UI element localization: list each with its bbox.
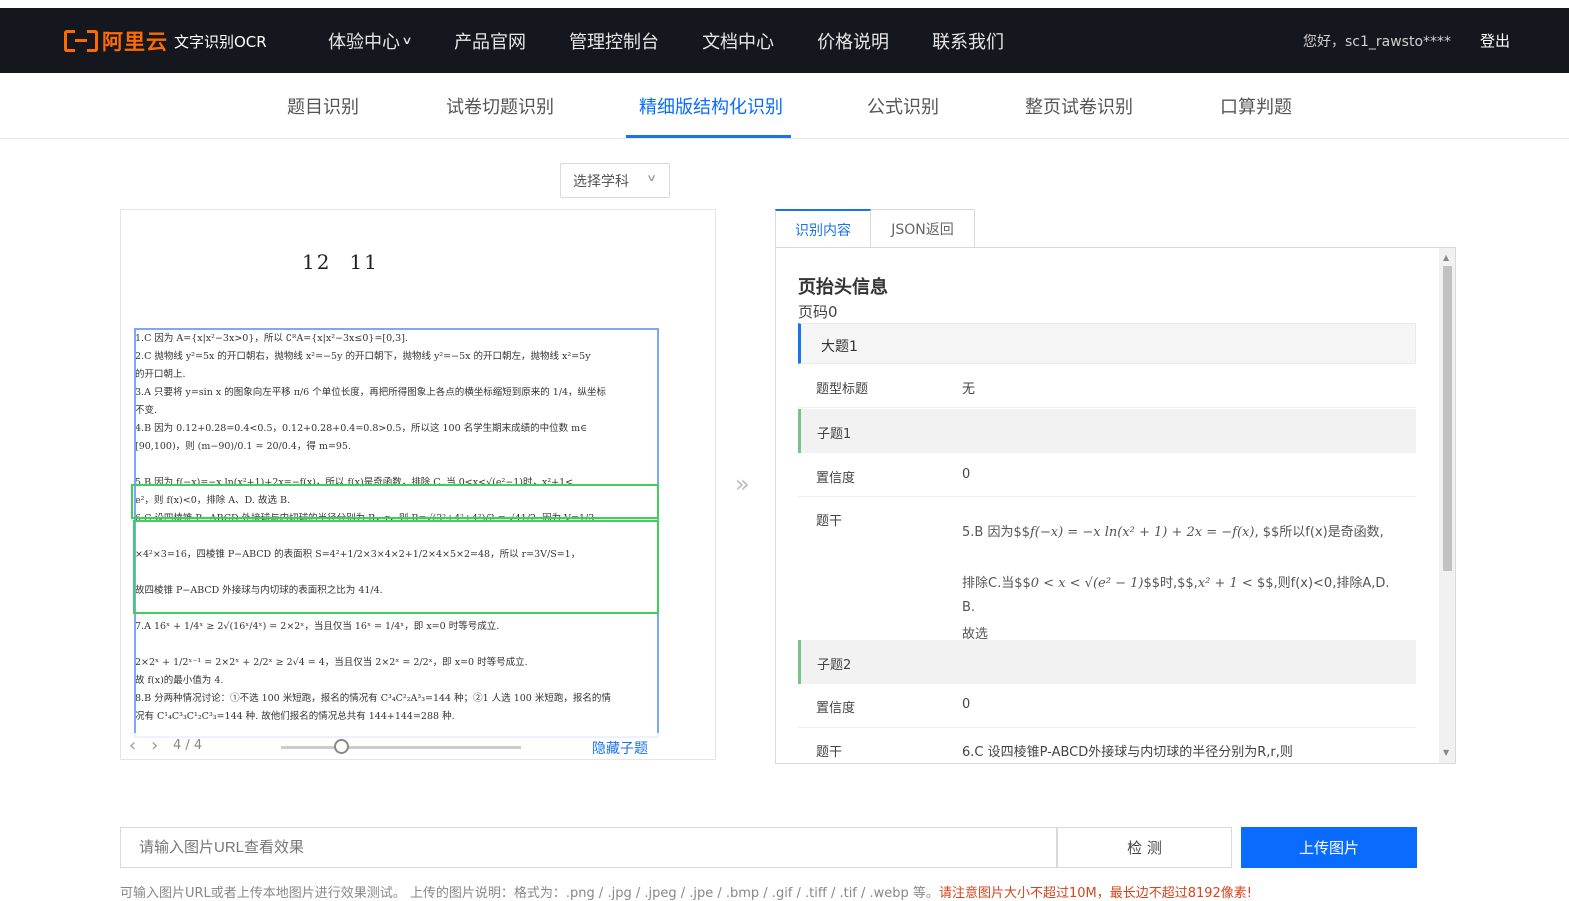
chevron-down-icon: ∨: [645, 173, 657, 184]
tab-structured-fine[interactable]: 精细版结构化识别: [639, 93, 783, 119]
chevron-down-icon: ∨: [401, 34, 413, 47]
scrollbar-thumb[interactable]: [1443, 266, 1452, 571]
product-name: 文字识别OCR: [174, 32, 267, 51]
upload-image-button[interactable]: 上传图片: [1241, 827, 1417, 868]
stem-math: 0 < x < √(e² − 1): [1030, 576, 1144, 591]
sub1-confidence-row: 置信度 0: [798, 453, 1416, 497]
type-title-label: 题型标题: [816, 382, 869, 397]
prev-page-icon[interactable]: ‹: [129, 735, 136, 756]
confidence-label: 置信度: [816, 471, 856, 486]
main-nav: 体验中心 ∨ 产品官网 管理控制台 文档中心 价格说明 联系我们: [328, 8, 1047, 73]
sub-question-2-header[interactable]: 子题2: [798, 640, 1416, 684]
nav-product-site[interactable]: 产品官网: [454, 28, 526, 54]
aliyun-logo-icon: [64, 30, 98, 52]
section-title: 页抬头信息: [798, 277, 888, 298]
big-question-label: 大题1: [821, 339, 858, 355]
result-scrollbar[interactable]: ▲ ▼: [1439, 248, 1455, 763]
type-title-row: 题型标题 无: [798, 366, 1416, 408]
logout-link[interactable]: 登出: [1480, 30, 1510, 51]
stem-math: f(−x) = −x ln(x² + 1) + 2x = −f(x): [1030, 525, 1255, 540]
active-tab-indicator: [626, 135, 791, 138]
page-number-right: 11: [349, 250, 379, 274]
upload-note: 可输入图片URL或者上传本地图片进行效果测试。 上传的图片说明：格式为：.png…: [120, 882, 1252, 901]
sub-question-1-header[interactable]: 子题1: [798, 409, 1416, 453]
tab-oral-arithmetic[interactable]: 口算判题: [1220, 93, 1292, 119]
brand-name: 阿里云: [102, 30, 168, 54]
nav-contact[interactable]: 联系我们: [932, 28, 1004, 54]
page-number-header: 12 11: [302, 250, 397, 274]
page-no: 页码0: [798, 303, 838, 321]
page-number-left: 12: [302, 250, 332, 274]
tab-json-return[interactable]: JSON返回: [871, 209, 975, 248]
nav-console[interactable]: 管理控制台: [569, 28, 659, 54]
nav-pricing[interactable]: 价格说明: [817, 28, 889, 54]
confidence-value: 0: [962, 697, 971, 712]
next-page-icon[interactable]: ›: [151, 735, 158, 756]
nav-experience-center[interactable]: 体验中心 ∨: [328, 28, 413, 54]
hide-subquestions-link[interactable]: 隐藏子题: [592, 738, 648, 758]
sub-question-1-label: 子题1: [817, 427, 852, 442]
type-title-value: 无: [962, 382, 976, 397]
big-question-header[interactable]: 大题1: [798, 323, 1416, 364]
tab-paper-cut[interactable]: 试卷切题识别: [446, 93, 554, 119]
image-pager: ‹ › 4 / 4 隐藏子题: [121, 733, 715, 759]
top-strip: [0, 0, 1569, 8]
upload-warning: 请注意图片大小不超过10M，最长边不超过8192像素!: [938, 886, 1252, 901]
stem-text-part: 排除C.当$$: [962, 576, 1031, 591]
double-chevron-right-icon: »: [735, 470, 750, 498]
upload-note-text: 可输入图片URL或者上传本地图片进行效果测试。 上传的图片说明：格式为：.png…: [120, 886, 939, 901]
tab-full-page-paper[interactable]: 整页试卷识别: [1025, 93, 1133, 119]
confidence-label: 置信度: [816, 701, 856, 716]
tab-formula[interactable]: 公式识别: [867, 93, 939, 119]
nav-label: 体验中心: [328, 31, 400, 53]
subject-select[interactable]: 选择学科 ∨: [560, 163, 670, 198]
confidence-value: 0: [962, 467, 971, 482]
tab-recognition-content[interactable]: 识别内容: [775, 209, 871, 248]
stem-text-part: 5.B 因为$$: [962, 525, 1030, 540]
sub1-stem-tail: B.: [962, 600, 976, 615]
result-panel: 页抬头信息 页码0 大题1 题型标题 无 子题1 置信度 0 题干 5.B 因为…: [775, 247, 1456, 764]
stem-label: 题干: [816, 514, 843, 529]
ocr-type-tabs: 题目识别 试卷切题识别 精细版结构化识别 公式识别 整页试卷识别 口算判题: [0, 73, 1569, 139]
tab-question-recognition[interactable]: 题目识别: [287, 93, 359, 119]
sub-question-2-label: 子题2: [817, 658, 852, 673]
scroll-down-icon[interactable]: ▼: [1443, 748, 1449, 757]
aliyun-logo[interactable]: 阿里云 文字识别OCR: [64, 28, 267, 54]
subject-select-label: 选择学科: [573, 173, 629, 190]
stem-text-part: $$时,$$,: [1143, 576, 1198, 591]
sub2-stem-row: 题干 6.C 设四棱锥P-ABCD外接球与内切球的半径分别为R,r,则: [798, 729, 1416, 763]
user-greeting: 您好，sc1_rawsto****: [1303, 34, 1452, 50]
page-count: 4 / 4: [173, 738, 203, 753]
stem-math: x² + 1 <: [1197, 576, 1253, 591]
detect-button[interactable]: 检 测: [1057, 827, 1232, 868]
scroll-up-icon[interactable]: ▲: [1443, 253, 1449, 262]
sub2-confidence-row: 置信度 0: [798, 684, 1416, 728]
stem-label: 题干: [816, 745, 843, 760]
image-preview-panel: 12 11 1.C 因为 A={x|x²−3x>0}，所以 ∁ᴿA={x|x²−3…: [120, 209, 716, 760]
zoom-slider-track[interactable]: [281, 746, 521, 749]
sub-question-box-2[interactable]: [133, 520, 659, 614]
stem-value: 6.C 设四棱锥P-ABCD外接球与内切球的半径分别为R,r,则: [962, 745, 1293, 760]
sub1-stem-text: 5.B 因为$$f(−x) = −x ln(x² + 1) + 2x = −f(…: [962, 507, 1402, 660]
image-url-input[interactable]: [120, 827, 1057, 868]
result-tabs: 识别内容 JSON返回: [775, 209, 975, 248]
stem-text-part: , $$所以f(x)是奇函数,: [1254, 525, 1384, 540]
zoom-slider-handle[interactable]: [334, 739, 349, 754]
nav-docs[interactable]: 文档中心: [702, 28, 774, 54]
sub-question-box-1[interactable]: [131, 484, 659, 519]
